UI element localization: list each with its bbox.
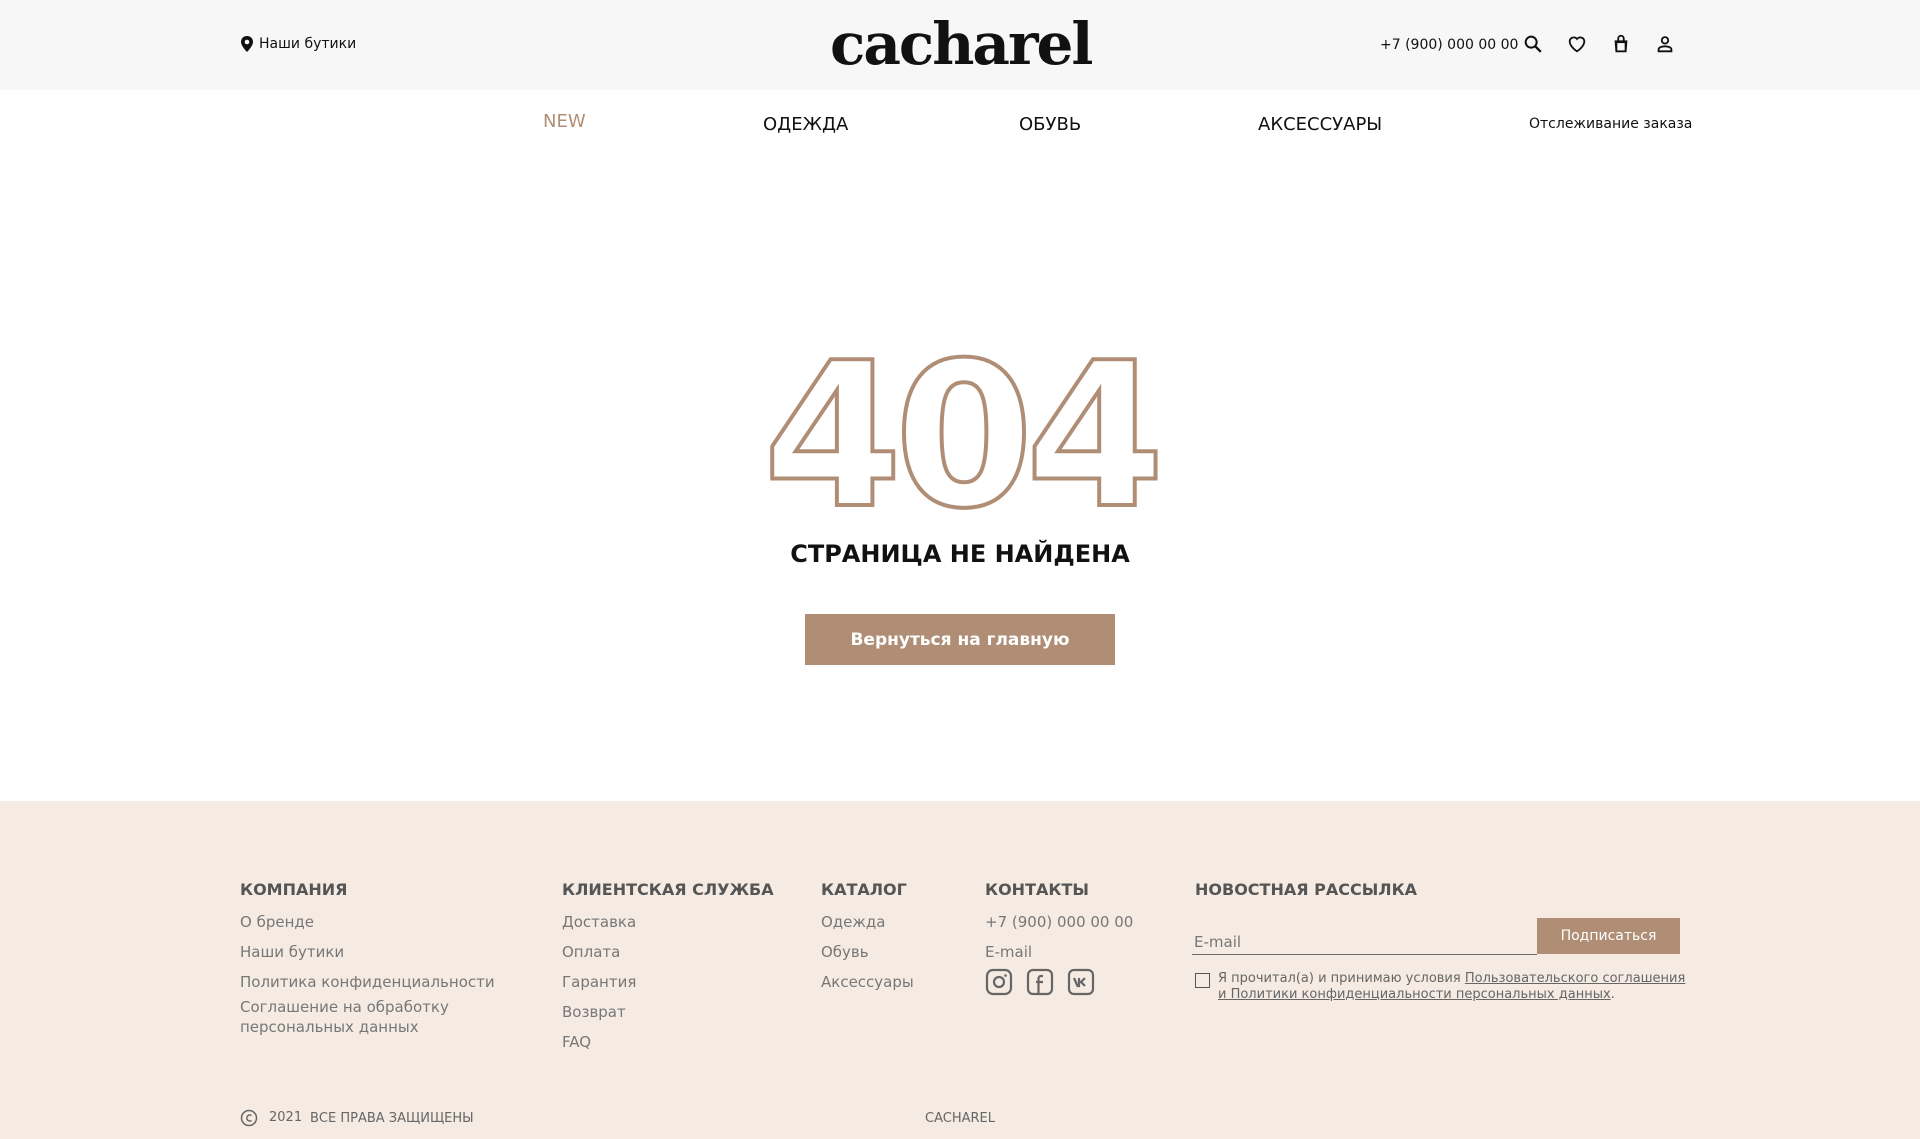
footer-link[interactable]: Оплата: [562, 942, 620, 962]
copyright-icon: [240, 1109, 258, 1127]
error-code-404: 404: [761, 340, 1160, 520]
contacts-heading: КОНТАКТЫ: [985, 880, 1089, 899]
search-icon[interactable]: [1522, 33, 1544, 55]
footer-link[interactable]: Одежда: [821, 912, 885, 932]
consent-suffix: .: [1610, 987, 1615, 1002]
company-heading: КОМПАНИЯ: [240, 880, 348, 899]
nav-shoes[interactable]: ОБУВЬ: [1019, 114, 1081, 135]
user-icon[interactable]: [1654, 33, 1676, 55]
footer-link[interactable]: FAQ: [562, 1032, 591, 1052]
footer-phone[interactable]: +7 (900) 000 00 00: [985, 912, 1133, 932]
vk-icon[interactable]: [1067, 968, 1095, 996]
logo[interactable]: cacharel: [830, 10, 1093, 78]
consent-prefix: Я прочитал(а) и принимаю условия: [1218, 971, 1465, 986]
error-code-text: 404: [763, 340, 1156, 520]
location-pin-icon: [241, 36, 253, 52]
nav-order-tracking[interactable]: Отслеживание заказа: [1529, 116, 1692, 132]
back-home-button[interactable]: Вернуться на главную: [805, 614, 1115, 665]
nav-clothes[interactable]: ОДЕЖДА: [763, 114, 848, 135]
footer-link[interactable]: Соглашение на обработку персональных дан…: [240, 997, 460, 1037]
boutiques-link[interactable]: Наши бутики: [240, 36, 356, 52]
service-heading: КЛИЕНТСКАЯ СЛУЖБА: [562, 880, 774, 899]
footer-brand: CACHAREL: [925, 1111, 995, 1126]
nav-new[interactable]: NEW: [543, 111, 586, 132]
footer-link[interactable]: Обувь: [821, 942, 869, 962]
subscribe-button[interactable]: Подписаться: [1537, 918, 1680, 954]
footer-link[interactable]: Доставка: [562, 912, 636, 932]
catalog-heading: КАТАЛОГ: [821, 880, 907, 899]
footer-link[interactable]: Возврат: [562, 1002, 626, 1022]
instagram-icon[interactable]: [985, 968, 1013, 996]
boutiques-label: Наши бутики: [259, 36, 357, 52]
page-title: СТРАНИЦА НЕ НАЙДЕНА: [790, 540, 1130, 568]
footer-link[interactable]: Аксессуары: [821, 972, 914, 992]
footer-link[interactable]: Наши бутики: [240, 942, 344, 962]
newsletter-heading: НОВОСТНАЯ РАССЫЛКА: [1195, 880, 1418, 899]
site-footer: КОМПАНИЯ О бренде Наши бутики Политика к…: [0, 801, 1920, 1139]
site-header: Наши бутики cacharel +7 (900) 000 00 00: [0, 0, 1920, 90]
shopping-bag-icon[interactable]: [1610, 33, 1632, 55]
footer-link[interactable]: О бренде: [240, 912, 314, 932]
header-phone[interactable]: +7 (900) 000 00 00: [1380, 37, 1518, 53]
newsletter-email-input[interactable]: [1192, 929, 1537, 955]
footer-link[interactable]: Политика конфиденциальности: [240, 972, 495, 992]
copyright-year: 2021: [269, 1110, 303, 1125]
consent-text: Я прочитал(а) и принимаю условия Пользов…: [1218, 971, 1688, 1003]
footer-link[interactable]: Гарантия: [562, 972, 636, 992]
consent-checkbox[interactable]: [1195, 973, 1210, 988]
footer-email[interactable]: E-mail: [985, 942, 1032, 962]
facebook-icon[interactable]: [1026, 968, 1054, 996]
heart-icon[interactable]: [1566, 33, 1588, 55]
rights-text: ВСЕ ПРАВА ЗАЩИЩЕНЫ: [310, 1111, 474, 1126]
nav-accessories[interactable]: АКСЕССУАРЫ: [1258, 114, 1382, 135]
